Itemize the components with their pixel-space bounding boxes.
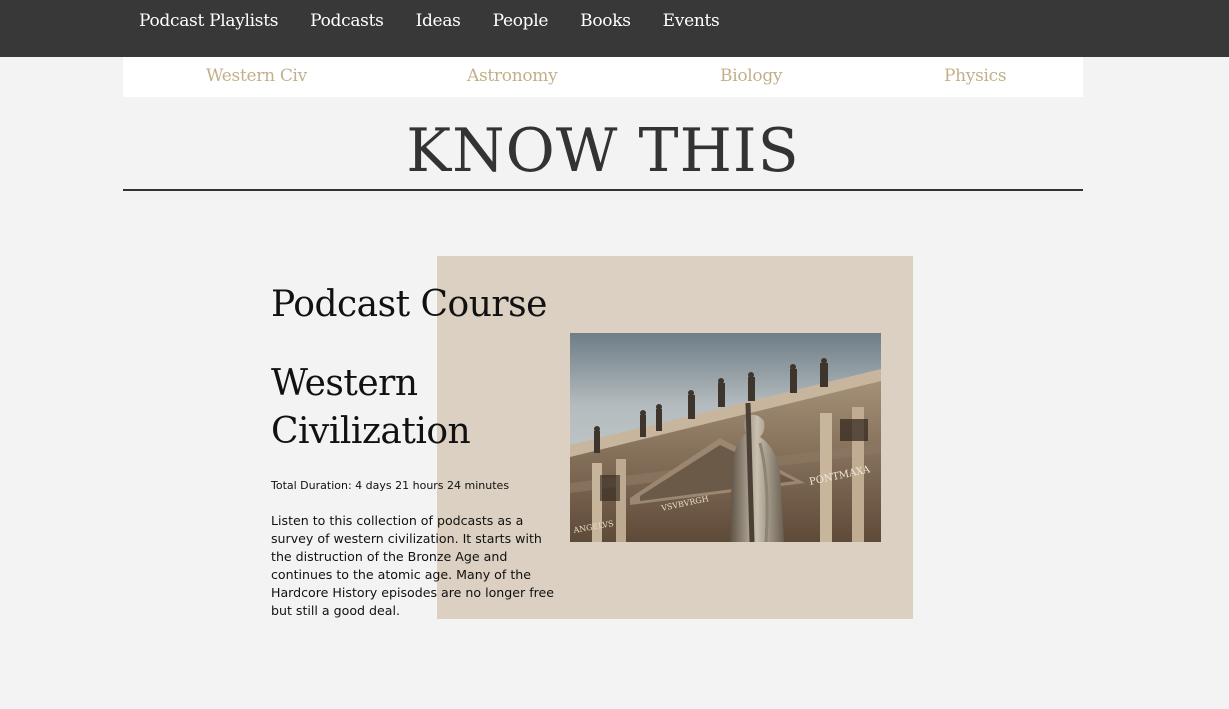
nav-link-podcasts[interactable]: Podcasts (310, 11, 384, 31)
top-nav-item: Events (663, 11, 720, 31)
nav-link-books[interactable]: Books (580, 11, 631, 31)
subnav-link-biology[interactable]: Biology (720, 66, 783, 86)
nav-link-podcast-playlists[interactable]: Podcast Playlists (139, 11, 278, 31)
course-description: Listen to this collection of podcasts as… (271, 513, 555, 618)
nav-link-people[interactable]: People (493, 11, 549, 31)
title-divider (123, 189, 1083, 191)
subject-navigation: Western Civ Astronomy Biology Physics (123, 57, 1083, 97)
top-nav-item: Podcasts (310, 11, 384, 31)
top-navigation: Podcast Playlists Podcasts Ideas People … (0, 0, 1229, 57)
nav-link-ideas[interactable]: Ideas (416, 11, 461, 31)
subnav-link-astronomy[interactable]: Astronomy (467, 66, 558, 86)
course-type-heading: Podcast Course (271, 284, 547, 325)
nav-link-events[interactable]: Events (663, 11, 720, 31)
subnav-link-western-civ[interactable]: Western Civ (206, 66, 307, 86)
top-nav-item: Podcast Playlists (139, 11, 278, 31)
top-nav-item: Books (580, 11, 631, 31)
course-duration: Total Duration: 4 days 21 hours 24 minut… (271, 479, 510, 492)
course-image: PONTMAXA VSVBVRGH ANGELVS (570, 333, 881, 542)
subnav-link-physics[interactable]: Physics (944, 66, 1007, 86)
basilica-statue-image: PONTMAXA VSVBVRGH ANGELVS (570, 333, 881, 542)
course-title: Western Civilization (271, 363, 471, 452)
top-nav-item: People (493, 11, 549, 31)
top-nav-item: Ideas (416, 11, 461, 31)
top-nav-list: Podcast Playlists Podcasts Ideas People … (139, 11, 751, 31)
site-title: KNOW THIS (406, 116, 800, 186)
